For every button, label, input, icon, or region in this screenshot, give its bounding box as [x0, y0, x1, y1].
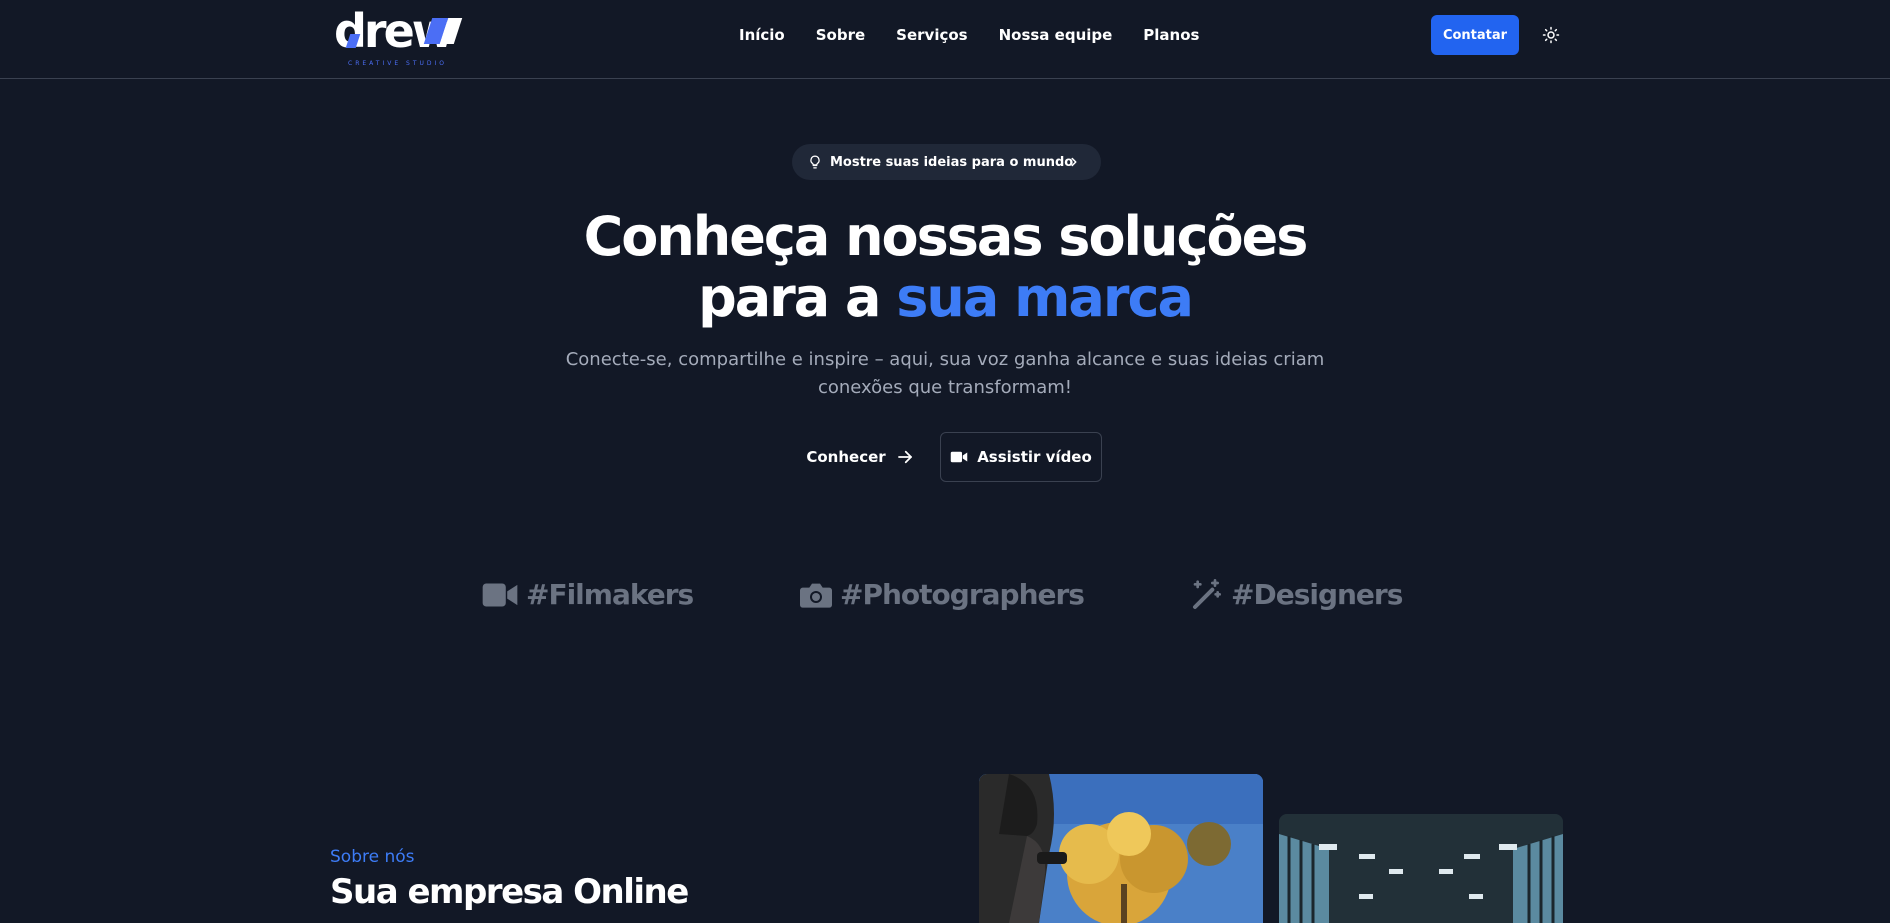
announcement-pill[interactable]: Mostre suas ideias para o mundo: [792, 144, 1101, 180]
nav-link-inicio[interactable]: Início: [739, 24, 785, 46]
photo-illustration: [1279, 814, 1563, 923]
logo-subtitle: CREATIVE STUDIO: [348, 60, 448, 67]
about-section-title: Sua empresa Online: [330, 872, 689, 912]
watch-video-button[interactable]: Assistir vídeo: [940, 432, 1102, 482]
tag-photographers: #Photographers: [800, 578, 1085, 611]
theme-toggle-button[interactable]: [1539, 23, 1563, 47]
video-camera-icon: [950, 451, 968, 463]
nav-link-sobre[interactable]: Sobre: [816, 24, 865, 46]
hero-title-line2: para a: [698, 266, 897, 329]
lightbulb-icon: [810, 155, 820, 169]
video-camera-icon: [482, 582, 518, 607]
sun-icon: [1542, 26, 1560, 44]
chevron-right-icon: [1071, 157, 1077, 167]
contact-button[interactable]: Contatar: [1431, 15, 1519, 55]
watch-video-label: Assistir vídeo: [977, 448, 1092, 466]
hero-title-accent: sua marca: [896, 266, 1194, 329]
camera-icon: [800, 583, 832, 608]
announcement-text: Mostre suas ideias para o mundo: [830, 154, 1074, 170]
site-header: drew CREATIVE STUDIO Início Sobre Serviç…: [0, 0, 1890, 79]
about-photo-corridor: [1279, 814, 1563, 923]
logo[interactable]: drew CREATIVE STUDIO: [334, 8, 464, 67]
tag-label: #Photographers: [840, 578, 1085, 611]
tag-label: #Filmakers: [526, 578, 694, 611]
hero-title: Conheça nossas soluções para a sua marca: [0, 206, 1890, 328]
hero-title-line1: Conheça nossas soluções: [583, 205, 1309, 268]
tag-label: #Designers: [1231, 578, 1403, 611]
conhecer-button[interactable]: Conhecer: [800, 432, 920, 482]
nav-link-planos[interactable]: Planos: [1143, 24, 1199, 46]
nav-link-servicos[interactable]: Serviços: [896, 24, 967, 46]
audience-tags: #Filmakers #Photographers #Designers: [0, 578, 1890, 618]
about-section-label: Sobre nós: [330, 847, 415, 867]
tag-filmakers: #Filmakers: [482, 578, 694, 611]
magic-wand-icon: [1193, 578, 1221, 609]
tag-designers: #Designers: [1191, 578, 1403, 611]
nav-link-nossa-equipe[interactable]: Nossa equipe: [999, 24, 1113, 46]
arrow-right-icon: [897, 450, 912, 464]
hero-subtitle: Conecte-se, compartilhe e inspire – aqui…: [565, 349, 1325, 398]
main-nav: Início Sobre Serviços Nossa equipe Plano…: [739, 24, 1199, 46]
conhecer-label: Conhecer: [806, 448, 886, 466]
photo-illustration: [979, 774, 1263, 923]
hero-cta-row: Conhecer Assistir vídeo: [0, 432, 1890, 482]
about-photo-person: [979, 774, 1263, 923]
